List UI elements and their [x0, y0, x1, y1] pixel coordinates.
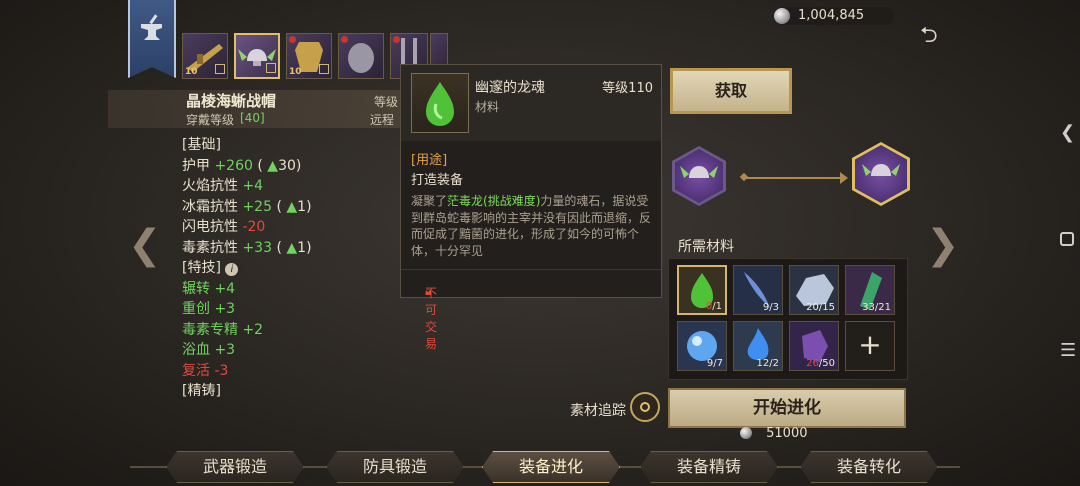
- material-count: 0/1: [705, 301, 722, 312]
- material-count: 33/21: [862, 302, 891, 313]
- add-material-button[interactable]: +: [845, 321, 895, 371]
- upgrade-arrow-icon: ▲: [286, 198, 298, 215]
- material-track-label: 素材追踪: [570, 403, 626, 419]
- material-slot-soul-gem[interactable]: 0/1: [677, 265, 727, 315]
- system-menu-icon[interactable]: ☰: [1060, 340, 1076, 361]
- next-arrow-icon[interactable]: ❯: [926, 222, 960, 268]
- tab-equipment-convert[interactable]: 装备转化: [800, 451, 938, 483]
- stat-row-frost: 冰霜抗性 +25 ( ▲1): [182, 198, 312, 215]
- basic-header: [基础]: [182, 137, 221, 153]
- thumb-box-icon: [319, 64, 329, 74]
- info-icon[interactable]: i: [225, 263, 239, 276]
- skill-row: 浴血 +3: [182, 342, 236, 358]
- wear-level-label: 穿戴等级: [186, 113, 235, 127]
- skill-row: 毒素专精 +2: [182, 321, 264, 338]
- material-count: 9/7: [706, 358, 723, 369]
- tooltip-level: 等级110: [602, 81, 653, 96]
- tab-weapon-forge[interactable]: 武器锻造: [166, 451, 304, 483]
- stat-row-armor: 护甲 +260 ( ▲30): [182, 157, 302, 174]
- upgrade-arrow-icon: ▲: [267, 157, 279, 174]
- tab-armor-forge[interactable]: 防具锻造: [326, 451, 464, 483]
- material-tooltip: 幽邃的龙魂 材料 等级110 [用途] 打造装备 凝聚了茫毒龙(挑战难度)力量的…: [400, 64, 662, 351]
- back-arrow-icon[interactable]: ⮌: [920, 18, 938, 56]
- equipment-thumb-armor[interactable]: 10: [286, 33, 332, 79]
- winged-helmet-icon: [862, 164, 900, 176]
- thumb-level: 10: [289, 67, 302, 77]
- system-back-icon[interactable]: ❮: [1060, 122, 1075, 143]
- material-slot-orb[interactable]: 9/7: [677, 321, 727, 371]
- tab-equipment-refine[interactable]: 装备精铸: [640, 451, 778, 483]
- red-alert-icon: [393, 36, 400, 43]
- target-icon: [640, 402, 650, 412]
- material-slot-fang[interactable]: 9/3: [733, 265, 783, 315]
- skill-header: [特技] i: [182, 258, 382, 279]
- arrow-head-icon: [840, 172, 848, 184]
- item-name: 晶棱海蜥战帽: [186, 92, 277, 110]
- ranged-label: 远程: [370, 113, 395, 127]
- evolved-item-slot[interactable]: [852, 142, 910, 206]
- stat-row-lightning: 闪电抗性 -20: [182, 219, 266, 235]
- wear-level-value: [40]: [240, 111, 265, 125]
- thumb-level: 10: [185, 67, 198, 77]
- tooltip-category: 材料: [475, 100, 500, 114]
- silver-coin-icon: [740, 427, 752, 439]
- equipment-thumb-helmet-selected[interactable]: [234, 33, 280, 79]
- evolve-arrow: [742, 177, 846, 179]
- materials-title: 所需材料: [678, 239, 734, 255]
- currency-bar: 1,004,845: [774, 7, 894, 25]
- skill-row: 重创 +3: [182, 301, 236, 317]
- tab-equipment-evolve[interactable]: 装备进化: [482, 451, 620, 483]
- material-slot-stone[interactable]: 26/50: [789, 321, 839, 371]
- system-home-icon[interactable]: [1060, 232, 1074, 246]
- currency-amount: 1,004,845: [798, 8, 865, 23]
- current-item-slot[interactable]: [672, 146, 726, 206]
- skill-row: 复活 -3: [182, 362, 229, 379]
- evolve-cost: 51000: [740, 426, 808, 441]
- silver-coin-icon: [774, 8, 790, 24]
- material-track-button[interactable]: [630, 392, 660, 422]
- tooltip-description: 凝聚了茫毒龙(挑战难度)力量的魂石，据说受到群岛蛇毒影响的主宰并没有因此而退缩，…: [411, 194, 652, 258]
- material-slot-crystal[interactable]: 33/21: [845, 265, 895, 315]
- stats-panel: [基础] 护甲 +260 ( ▲30) 火焰抗性 +4 冰霜抗性 +25 ( ▲…: [182, 135, 382, 423]
- anvil-icon: [141, 14, 162, 40]
- anvil-banner[interactable]: [128, 0, 176, 78]
- tooltip-footer: 🔒︎ 不可交易: [401, 269, 661, 351]
- material-slot-flame[interactable]: 12/2: [733, 321, 783, 371]
- acquire-button[interactable]: 获取: [670, 68, 792, 114]
- red-alert-icon: [341, 36, 348, 43]
- winged-helmet-icon: [680, 166, 718, 178]
- item-header: 晶棱海蜥战帽 穿戴等级 [40] 等级 远程: [108, 90, 408, 128]
- item-level-label: 等级: [374, 95, 399, 109]
- material-count: 9/3: [762, 302, 779, 313]
- equipment-thumb-shield[interactable]: [338, 33, 384, 79]
- materials-grid: 0/1 9/3 20/15 33/21 9/7 12/2 26/50 +: [668, 258, 908, 380]
- thumb-box-icon: [215, 64, 225, 74]
- prev-arrow-icon[interactable]: ❮: [128, 222, 162, 268]
- material-count: 20/15: [806, 302, 835, 313]
- tooltip-name: 幽邃的龙魂: [475, 80, 545, 96]
- green-soul-gem-icon: [411, 73, 469, 133]
- upgrade-arrow-icon: ▲: [286, 239, 298, 256]
- tooltip-use: 打造装备: [411, 173, 464, 188]
- stat-row-fire: 火焰抗性 +4: [182, 178, 264, 194]
- tooltip-use-header: [用途]: [411, 153, 448, 168]
- thumb-box-icon: [266, 63, 276, 73]
- material-count: 12/2: [756, 358, 779, 369]
- start-evolve-button[interactable]: 开始进化: [668, 388, 906, 428]
- material-slot-ore[interactable]: 20/15: [789, 265, 839, 315]
- forge-header: [精铸]: [182, 383, 221, 399]
- material-count: 26/50: [806, 358, 835, 369]
- equipment-thumb-rifle[interactable]: 10: [182, 33, 228, 79]
- skill-row: 辗转 +4: [182, 280, 236, 297]
- stat-row-poison: 毒素抗性 +33 ( ▲1): [182, 239, 312, 256]
- red-alert-icon: [289, 36, 296, 43]
